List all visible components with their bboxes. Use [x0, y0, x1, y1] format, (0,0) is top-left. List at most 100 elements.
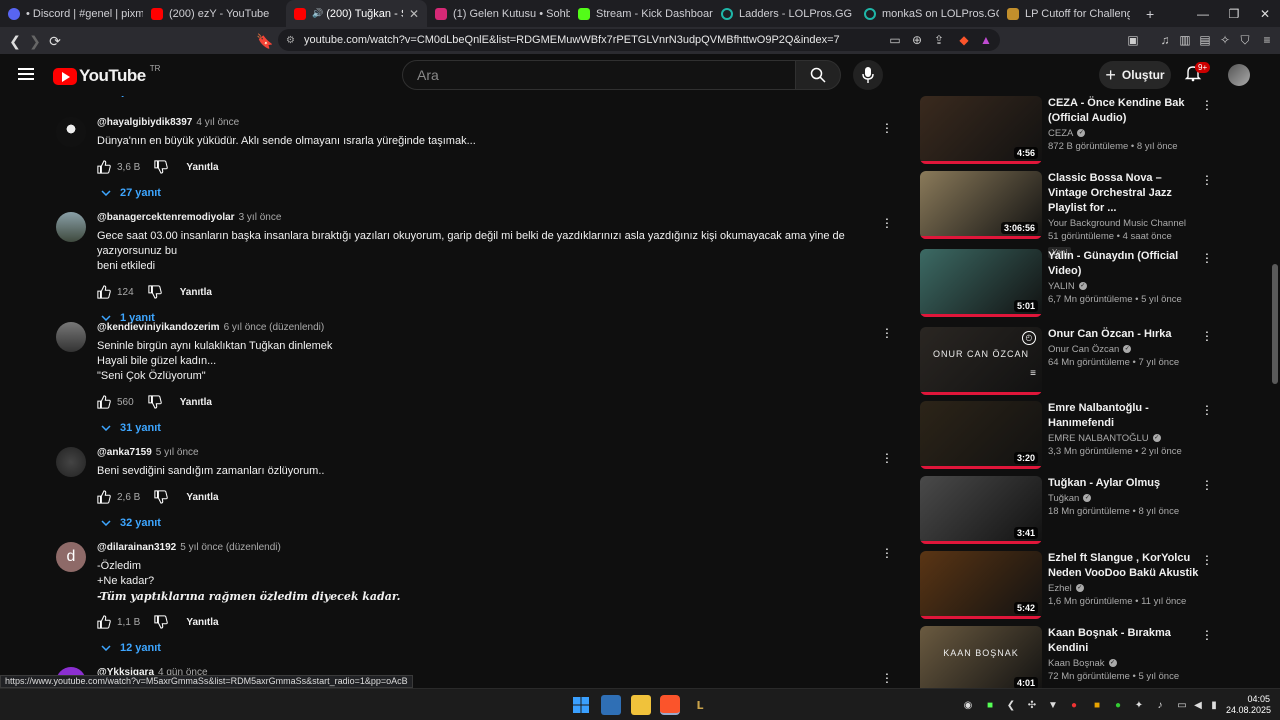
watch-later-icon[interactable]: ◴ [1022, 331, 1036, 345]
browser-tab-instagram[interactable]: (1) Gelen Kutusu • Sohbetler [427, 0, 570, 27]
video-more-icon[interactable]: · · · [1202, 96, 1212, 115]
related-video-item[interactable]: 3:41 Tuğkan - Aylar Olmuş Tuğkan ✓ 18 Mn … [918, 473, 1218, 548]
channel-name[interactable]: CEZA [1048, 128, 1073, 139]
video-thumbnail[interactable]: 4:56 [920, 96, 1042, 164]
brave-rewards-icon[interactable]: ▲ [978, 32, 994, 48]
tray-icon-4[interactable]: ✣ [1026, 699, 1038, 711]
video-more-icon[interactable]: · · · [1202, 168, 1212, 190]
partial-replies-link[interactable]: ⌄ [118, 96, 127, 100]
video-more-icon[interactable]: · · · [1202, 398, 1212, 420]
close-tab-icon[interactable]: ✕ [403, 7, 419, 21]
share-icon[interactable]: ⇪ [931, 32, 947, 48]
view-replies-button[interactable]: 12 yanıt [97, 642, 877, 654]
taskbar-clock[interactable]: 04:05 24.08.2025 [1226, 694, 1271, 716]
comment-time[interactable]: 5 yıl önce (düzenlendi) [180, 542, 281, 553]
view-replies-button[interactable]: 31 yanıt [97, 422, 877, 434]
video-title[interactable]: Classic Bossa Nova – Vintage Orchestral … [1048, 171, 1200, 216]
view-replies-button[interactable]: 32 yanıt [97, 517, 877, 529]
comment-more-icon[interactable]: · · · [882, 446, 892, 468]
channel-name[interactable]: Onur Can Özcan [1048, 344, 1119, 355]
thumbs-up-icon[interactable] [97, 285, 111, 299]
related-video-item[interactable]: 3:20 Emre Nalbantoğlu - Hanımefendi EMRE… [918, 398, 1218, 473]
related-video-item[interactable]: 5:01 Yalın - Günaydın (Official Video) Y… [918, 246, 1218, 321]
comment-avatar[interactable] [56, 212, 86, 242]
leo-icon[interactable]: ✧ [1217, 32, 1233, 48]
minimize-icon[interactable]: — [1188, 0, 1218, 27]
comment-more-icon[interactable]: · · · [882, 321, 892, 343]
video-title[interactable]: Ezhel ft Slangue , KorYolcu Neden VooDoo… [1048, 551, 1200, 581]
video-title[interactable]: Kaan Boşnak - Bırakma Kendini [1048, 626, 1200, 656]
comment-avatar[interactable]: d [56, 542, 86, 572]
related-video-item[interactable]: 5:42 Ezhel ft Slangue , KorYolcu Neden V… [918, 548, 1218, 623]
menu-icon[interactable]: ≡ [1259, 32, 1275, 48]
tray-icon-8[interactable]: ● [1112, 699, 1124, 711]
video-more-icon[interactable]: · · · [1202, 623, 1212, 645]
thumbs-down-icon[interactable] [154, 490, 169, 504]
channel-name[interactable]: EMRE NALBANTOĞLU [1048, 433, 1149, 444]
bookmark-icon[interactable]: 🔖 [255, 31, 275, 51]
comment-time[interactable]: 6 yıl önce (düzenlendi) [224, 322, 325, 333]
comment-avatar[interactable] [56, 117, 86, 147]
video-thumbnail[interactable]: 3:06:56 [920, 171, 1042, 239]
wallet-icon[interactable]: ▤ [1197, 32, 1213, 48]
hamburger-menu-icon[interactable] [18, 68, 34, 80]
comment-author[interactable]: @anka7159 [97, 447, 152, 458]
sidebar-icon[interactable]: ▥ [1177, 32, 1193, 48]
related-video-item[interactable]: 3:06:56 Classic Bossa Nova – Vintage Orc… [918, 168, 1218, 258]
file-explorer-icon[interactable] [631, 695, 651, 715]
comment-time[interactable]: 5 yıl önce [156, 447, 199, 458]
video-more-icon[interactable]: · · · [1202, 246, 1212, 268]
search-input[interactable]: Ara [402, 60, 796, 90]
comment-author[interactable]: @banagercektenremodiyolar [97, 212, 235, 223]
music-icon[interactable]: ♫ [1157, 32, 1173, 48]
related-video-item[interactable]: KAAN BOŞNAK 4:01 Kaan Boşnak - Bırakma Ke… [918, 623, 1218, 688]
maximize-icon[interactable]: ❐ [1219, 0, 1249, 27]
tray-icon-1[interactable]: ◉ [962, 699, 974, 711]
comment-more-icon[interactable]: · · · [882, 541, 892, 563]
reply-button[interactable]: Yanıtla [186, 492, 218, 503]
windows-start-icon[interactable] [571, 695, 591, 715]
create-button[interactable]: + Oluştur [1099, 61, 1171, 89]
browser-tab-lp-cutoff[interactable]: LP Cutoff for Challenger in EUW [999, 0, 1138, 27]
thumbs-down-icon[interactable] [154, 615, 169, 629]
reply-button[interactable]: Yanıtla [180, 287, 212, 298]
reply-button[interactable]: Yanıtla [186, 162, 218, 173]
channel-name[interactable]: YALIN [1048, 281, 1075, 292]
comment-more-icon[interactable]: · · · [882, 211, 892, 233]
browser-tab-lolpros-monkas[interactable]: monkaS on LOLPros.GG [856, 0, 999, 27]
comment-more-icon[interactable]: · · · [882, 116, 892, 138]
browser-tab-lolpros-ladders[interactable]: Ladders - LOLPros.GG [713, 0, 856, 27]
video-more-icon[interactable]: · · · [1202, 473, 1212, 495]
video-thumbnail[interactable]: 5:01 [920, 249, 1042, 317]
video-title[interactable]: CEZA - Önce Kendine Bak (Official Audio) [1048, 96, 1200, 126]
reply-button[interactable]: Yanıtla [180, 397, 212, 408]
back-icon[interactable]: ❮ [5, 31, 25, 51]
brave-browser-icon[interactable] [660, 695, 680, 715]
volume-icon[interactable]: ◀ [1192, 699, 1204, 711]
scrollbar-thumb[interactable] [1272, 264, 1278, 384]
brave-shield-icon[interactable]: ◆ [956, 32, 972, 48]
youtube-logo[interactable]: YouTube TR [53, 64, 160, 86]
comment-avatar[interactable] [56, 322, 86, 352]
thumbs-down-icon[interactable] [154, 160, 169, 174]
video-thumbnail[interactable]: 5:42 [920, 551, 1042, 619]
related-video-item[interactable]: 4:56 CEZA - Önce Kendine Bak (Official A… [918, 96, 1218, 168]
video-title[interactable]: Yalın - Günaydın (Official Video) [1048, 249, 1200, 279]
comment-author[interactable]: @dilarainan3192 [97, 542, 176, 553]
comment-time[interactable]: 4 yıl önce [196, 117, 239, 128]
browser-tab-youtube-ezy[interactable]: (200) ezY - YouTube [143, 0, 286, 27]
page-scrollbar[interactable] [1270, 96, 1280, 688]
video-title[interactable]: Emre Nalbantoğlu - Hanımefendi [1048, 401, 1200, 431]
reply-button[interactable]: Yanıtla [186, 617, 218, 628]
network-icon[interactable]: ▭ [1176, 699, 1188, 711]
browser-tab-kick[interactable]: Stream - Kick Dashboard [570, 0, 713, 27]
video-title[interactable]: Onur Can Özcan - Hırka [1048, 327, 1200, 342]
widgets-icon[interactable] [601, 695, 621, 715]
channel-name[interactable]: Ezhel [1048, 583, 1072, 594]
close-window-icon[interactable]: ✕ [1250, 0, 1280, 27]
related-video-item[interactable]: ONUR CAN ÖZCAN ◴ ≡ Onur Can Özcan - Hırka … [918, 324, 1218, 399]
new-tab-button[interactable]: + [1138, 0, 1166, 27]
thumbs-up-icon[interactable] [97, 490, 111, 504]
channel-name[interactable]: Kaan Boşnak [1048, 658, 1105, 669]
comment-avatar[interactable] [56, 447, 86, 477]
